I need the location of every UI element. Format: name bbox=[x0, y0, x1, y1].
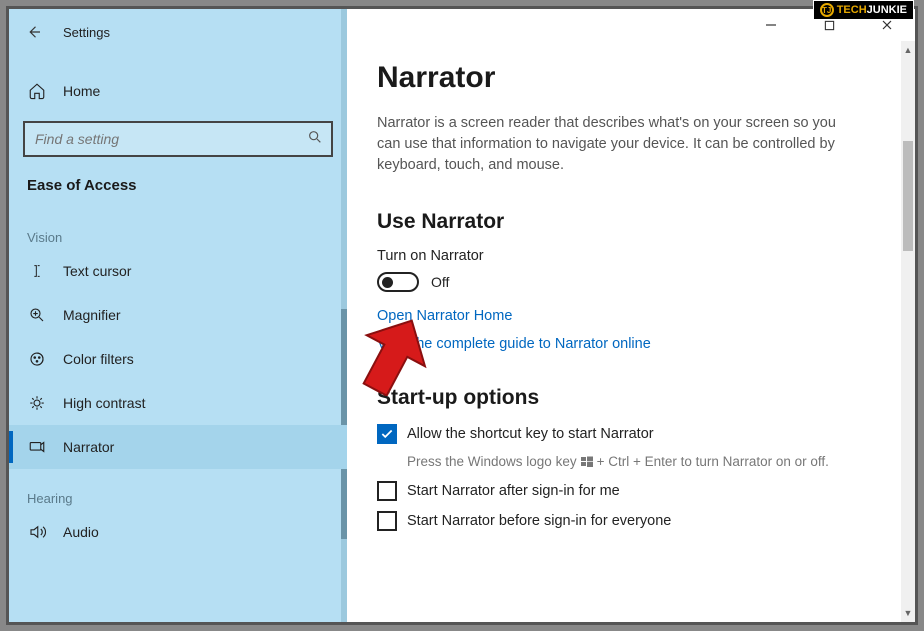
use-narrator-heading: Use Narrator bbox=[377, 210, 877, 234]
scroll-up-arrow[interactable]: ▲ bbox=[901, 43, 915, 57]
narrator-guide-link[interactable]: View the complete guide to Narrator onli… bbox=[377, 336, 877, 352]
option-after-signin-checkbox[interactable] bbox=[377, 481, 397, 501]
option-shortcut-label: Allow the shortcut key to start Narrator bbox=[407, 426, 654, 442]
main-panel: ▲ ▼ Narrator Narrator is a screen reader… bbox=[347, 9, 915, 622]
sidebar-item-narrator[interactable]: Narrator bbox=[9, 425, 347, 469]
hint-post: + Ctrl + Enter to turn Narrator on or of… bbox=[597, 454, 829, 469]
watermark-icon: TJ bbox=[820, 3, 834, 17]
narrator-toggle-row: Off bbox=[377, 272, 877, 292]
option-shortcut-checkbox[interactable] bbox=[377, 424, 397, 444]
sidebar-item-label: High contrast bbox=[63, 395, 145, 411]
option-shortcut-row: Allow the shortcut key to start Narrator bbox=[377, 424, 877, 444]
sidebar-header: Settings bbox=[9, 9, 347, 55]
home-icon bbox=[27, 81, 47, 101]
option-before-signin-checkbox[interactable] bbox=[377, 511, 397, 531]
text-cursor-icon bbox=[27, 261, 47, 281]
toggle-state-text: Off bbox=[431, 274, 449, 290]
sidebar-item-high-contrast[interactable]: High contrast bbox=[9, 381, 347, 425]
option-after-signin-row: Start Narrator after sign-in for me bbox=[377, 481, 877, 501]
sidebar-item-label: Color filters bbox=[63, 351, 134, 367]
scrollbar-track[interactable]: ▲ ▼ bbox=[901, 41, 915, 622]
scrollbar-thumb[interactable] bbox=[903, 141, 913, 251]
search-input-wrapper[interactable] bbox=[23, 121, 333, 157]
content-area: ▲ ▼ Narrator Narrator is a screen reader… bbox=[347, 41, 915, 622]
high-contrast-icon bbox=[27, 393, 47, 413]
sidebar-item-text-cursor[interactable]: Text cursor bbox=[9, 249, 347, 293]
sidebar-item-label: Text cursor bbox=[63, 263, 131, 279]
toggle-knob bbox=[382, 277, 393, 288]
scroll-down-arrow[interactable]: ▼ bbox=[901, 606, 915, 620]
narrator-icon bbox=[27, 437, 47, 457]
intro-text: Narrator is a screen reader that describ… bbox=[377, 113, 857, 176]
sidebar-item-audio[interactable]: Audio bbox=[9, 510, 347, 554]
sidebar-item-color-filters[interactable]: Color filters bbox=[9, 337, 347, 381]
app-title: Settings bbox=[63, 25, 110, 40]
page-title: Narrator bbox=[377, 61, 877, 95]
option-shortcut-hint: Press the Windows logo key + Ctrl + Ente… bbox=[407, 454, 877, 469]
magnifier-icon bbox=[27, 305, 47, 325]
watermark-suffix: JUNKIE bbox=[867, 4, 907, 16]
option-after-signin-label: Start Narrator after sign-in for me bbox=[407, 483, 620, 499]
turn-on-label: Turn on Narrator bbox=[377, 248, 877, 264]
sidebar-item-label: Audio bbox=[63, 524, 99, 540]
sidebar-item-home[interactable]: Home bbox=[9, 69, 347, 113]
watermark-badge: TJ TECHJUNKIE bbox=[813, 0, 914, 20]
minimize-button[interactable] bbox=[751, 11, 791, 39]
sidebar-item-label: Home bbox=[63, 83, 100, 99]
windows-key-icon bbox=[581, 456, 593, 468]
search-icon bbox=[307, 129, 323, 150]
startup-options-heading: Start-up options bbox=[377, 386, 877, 410]
app-window: Settings Home Ease of Access Vision Text… bbox=[6, 6, 918, 625]
sidebar-item-label: Magnifier bbox=[63, 307, 121, 323]
open-narrator-home-link[interactable]: Open Narrator Home bbox=[377, 308, 877, 324]
search-input[interactable] bbox=[35, 131, 307, 147]
sidebar-group-vision: Vision bbox=[9, 208, 347, 249]
hint-pre: Press the Windows logo key bbox=[407, 454, 577, 469]
sidebar-group-hearing: Hearing bbox=[9, 469, 347, 510]
back-button[interactable] bbox=[23, 21, 45, 43]
sidebar-item-label: Narrator bbox=[63, 439, 114, 455]
sidebar-item-magnifier[interactable]: Magnifier bbox=[9, 293, 347, 337]
option-before-signin-row: Start Narrator before sign-in for everyo… bbox=[377, 511, 877, 531]
settings-sidebar: Settings Home Ease of Access Vision Text… bbox=[9, 9, 347, 622]
narrator-toggle[interactable] bbox=[377, 272, 419, 292]
option-before-signin-label: Start Narrator before sign-in for everyo… bbox=[407, 513, 671, 529]
sidebar-section-title: Ease of Access bbox=[9, 169, 347, 208]
watermark-prefix: TECH bbox=[837, 4, 867, 16]
color-filters-icon bbox=[27, 349, 47, 369]
audio-icon bbox=[27, 522, 47, 542]
